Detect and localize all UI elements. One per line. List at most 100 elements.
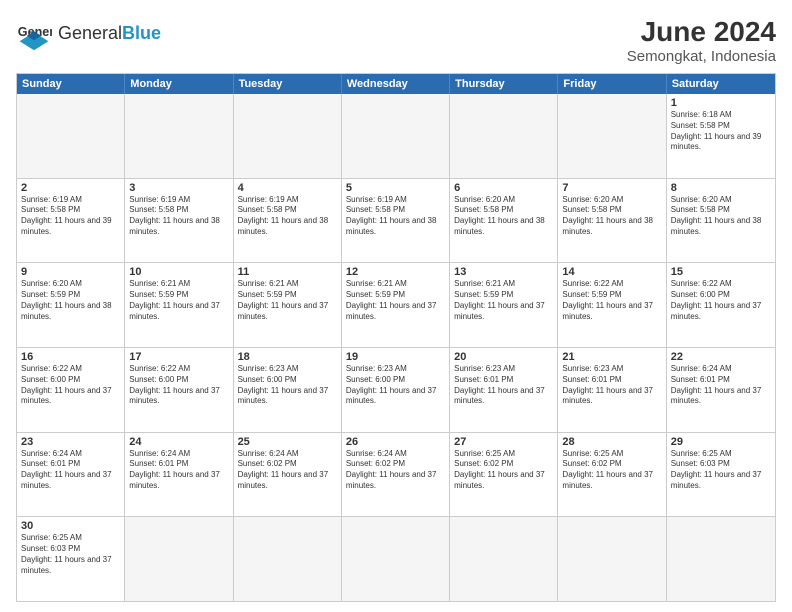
cell-info: Sunrise: 6:24 AMSunset: 6:02 PMDaylight:… <box>238 449 337 492</box>
cell-info: Sunrise: 6:24 AMSunset: 6:01 PMDaylight:… <box>21 449 120 492</box>
calendar-row-5: 30Sunrise: 6:25 AMSunset: 6:03 PMDayligh… <box>17 516 775 601</box>
cell-info: Sunrise: 6:20 AMSunset: 5:58 PMDaylight:… <box>454 195 553 238</box>
cell-info: Sunrise: 6:21 AMSunset: 5:59 PMDaylight:… <box>129 279 228 322</box>
day-number: 26 <box>346 436 445 448</box>
table-row <box>342 94 450 178</box>
header-friday: Friday <box>558 74 666 94</box>
table-row: 18Sunrise: 6:23 AMSunset: 6:00 PMDayligh… <box>234 348 342 432</box>
table-row <box>125 517 233 601</box>
day-number: 22 <box>671 351 771 363</box>
table-row: 28Sunrise: 6:25 AMSunset: 6:02 PMDayligh… <box>558 433 666 517</box>
table-row <box>558 94 666 178</box>
table-row: 20Sunrise: 6:23 AMSunset: 6:01 PMDayligh… <box>450 348 558 432</box>
calendar-header: Sunday Monday Tuesday Wednesday Thursday… <box>17 74 775 94</box>
table-row: 4Sunrise: 6:19 AMSunset: 5:58 PMDaylight… <box>234 179 342 263</box>
table-row <box>17 94 125 178</box>
table-row: 12Sunrise: 6:21 AMSunset: 5:59 PMDayligh… <box>342 263 450 347</box>
table-row: 26Sunrise: 6:24 AMSunset: 6:02 PMDayligh… <box>342 433 450 517</box>
table-row: 5Sunrise: 6:19 AMSunset: 5:58 PMDaylight… <box>342 179 450 263</box>
table-row: 27Sunrise: 6:25 AMSunset: 6:02 PMDayligh… <box>450 433 558 517</box>
table-row: 30Sunrise: 6:25 AMSunset: 6:03 PMDayligh… <box>17 517 125 601</box>
day-number: 13 <box>454 266 553 278</box>
table-row <box>125 94 233 178</box>
header-saturday: Saturday <box>667 74 775 94</box>
table-row: 15Sunrise: 6:22 AMSunset: 6:00 PMDayligh… <box>667 263 775 347</box>
cell-info: Sunrise: 6:24 AMSunset: 6:01 PMDaylight:… <box>671 364 771 407</box>
day-number: 28 <box>562 436 661 448</box>
day-number: 14 <box>562 266 661 278</box>
cell-info: Sunrise: 6:23 AMSunset: 6:01 PMDaylight:… <box>454 364 553 407</box>
header: General GeneralBlue June 2024 Semongkat,… <box>16 16 776 65</box>
day-number: 1 <box>671 97 771 109</box>
table-row: 25Sunrise: 6:24 AMSunset: 6:02 PMDayligh… <box>234 433 342 517</box>
table-row: 10Sunrise: 6:21 AMSunset: 5:59 PMDayligh… <box>125 263 233 347</box>
cell-info: Sunrise: 6:25 AMSunset: 6:02 PMDaylight:… <box>454 449 553 492</box>
day-number: 15 <box>671 266 771 278</box>
cell-info: Sunrise: 6:19 AMSunset: 5:58 PMDaylight:… <box>346 195 445 238</box>
calendar-row-4: 23Sunrise: 6:24 AMSunset: 6:01 PMDayligh… <box>17 432 775 517</box>
calendar-subtitle: Semongkat, Indonesia <box>627 48 776 65</box>
cell-info: Sunrise: 6:22 AMSunset: 5:59 PMDaylight:… <box>562 279 661 322</box>
calendar-body: 1Sunrise: 6:18 AMSunset: 5:58 PMDaylight… <box>17 94 775 601</box>
table-row <box>342 517 450 601</box>
day-number: 25 <box>238 436 337 448</box>
table-row: 3Sunrise: 6:19 AMSunset: 5:58 PMDaylight… <box>125 179 233 263</box>
cell-info: Sunrise: 6:23 AMSunset: 6:00 PMDaylight:… <box>238 364 337 407</box>
day-number: 2 <box>21 182 120 194</box>
day-number: 11 <box>238 266 337 278</box>
table-row <box>450 94 558 178</box>
table-row <box>450 517 558 601</box>
day-number: 21 <box>562 351 661 363</box>
logo-text: GeneralBlue <box>58 24 161 44</box>
cell-info: Sunrise: 6:22 AMSunset: 6:00 PMDaylight:… <box>129 364 228 407</box>
table-row: 7Sunrise: 6:20 AMSunset: 5:58 PMDaylight… <box>558 179 666 263</box>
table-row <box>667 517 775 601</box>
table-row <box>558 517 666 601</box>
table-row: 2Sunrise: 6:19 AMSunset: 5:58 PMDaylight… <box>17 179 125 263</box>
cell-info: Sunrise: 6:21 AMSunset: 5:59 PMDaylight:… <box>238 279 337 322</box>
cell-info: Sunrise: 6:24 AMSunset: 6:02 PMDaylight:… <box>346 449 445 492</box>
cell-info: Sunrise: 6:23 AMSunset: 6:01 PMDaylight:… <box>562 364 661 407</box>
table-row: 29Sunrise: 6:25 AMSunset: 6:03 PMDayligh… <box>667 433 775 517</box>
day-number: 30 <box>21 520 120 532</box>
day-number: 19 <box>346 351 445 363</box>
table-row: 14Sunrise: 6:22 AMSunset: 5:59 PMDayligh… <box>558 263 666 347</box>
day-number: 29 <box>671 436 771 448</box>
table-row: 6Sunrise: 6:20 AMSunset: 5:58 PMDaylight… <box>450 179 558 263</box>
table-row: 11Sunrise: 6:21 AMSunset: 5:59 PMDayligh… <box>234 263 342 347</box>
cell-info: Sunrise: 6:19 AMSunset: 5:58 PMDaylight:… <box>129 195 228 238</box>
day-number: 4 <box>238 182 337 194</box>
cell-info: Sunrise: 6:18 AMSunset: 5:58 PMDaylight:… <box>671 110 771 153</box>
header-tuesday: Tuesday <box>234 74 342 94</box>
cell-info: Sunrise: 6:20 AMSunset: 5:59 PMDaylight:… <box>21 279 120 322</box>
day-number: 18 <box>238 351 337 363</box>
cell-info: Sunrise: 6:21 AMSunset: 5:59 PMDaylight:… <box>454 279 553 322</box>
cell-info: Sunrise: 6:25 AMSunset: 6:03 PMDaylight:… <box>671 449 771 492</box>
cell-info: Sunrise: 6:19 AMSunset: 5:58 PMDaylight:… <box>238 195 337 238</box>
calendar-row-3: 16Sunrise: 6:22 AMSunset: 6:00 PMDayligh… <box>17 347 775 432</box>
table-row: 1Sunrise: 6:18 AMSunset: 5:58 PMDaylight… <box>667 94 775 178</box>
table-row: 19Sunrise: 6:23 AMSunset: 6:00 PMDayligh… <box>342 348 450 432</box>
day-number: 27 <box>454 436 553 448</box>
table-row: 23Sunrise: 6:24 AMSunset: 6:01 PMDayligh… <box>17 433 125 517</box>
header-wednesday: Wednesday <box>342 74 450 94</box>
table-row: 8Sunrise: 6:20 AMSunset: 5:58 PMDaylight… <box>667 179 775 263</box>
cell-info: Sunrise: 6:22 AMSunset: 6:00 PMDaylight:… <box>671 279 771 322</box>
calendar: Sunday Monday Tuesday Wednesday Thursday… <box>16 73 776 602</box>
cell-info: Sunrise: 6:21 AMSunset: 5:59 PMDaylight:… <box>346 279 445 322</box>
day-number: 3 <box>129 182 228 194</box>
calendar-row-0: 1Sunrise: 6:18 AMSunset: 5:58 PMDaylight… <box>17 94 775 178</box>
title-block: June 2024 Semongkat, Indonesia <box>627 16 776 65</box>
table-row: 22Sunrise: 6:24 AMSunset: 6:01 PMDayligh… <box>667 348 775 432</box>
day-number: 6 <box>454 182 553 194</box>
calendar-title: June 2024 <box>627 16 776 48</box>
day-number: 7 <box>562 182 661 194</box>
day-number: 5 <box>346 182 445 194</box>
day-number: 23 <box>21 436 120 448</box>
day-number: 9 <box>21 266 120 278</box>
header-monday: Monday <box>125 74 233 94</box>
cell-info: Sunrise: 6:25 AMSunset: 6:03 PMDaylight:… <box>21 533 120 576</box>
header-thursday: Thursday <box>450 74 558 94</box>
table-row: 16Sunrise: 6:22 AMSunset: 6:00 PMDayligh… <box>17 348 125 432</box>
calendar-row-1: 2 Sunrise: 6:19 AMSunset: 5:58 PMDaylight… <box>17 178 775 263</box>
